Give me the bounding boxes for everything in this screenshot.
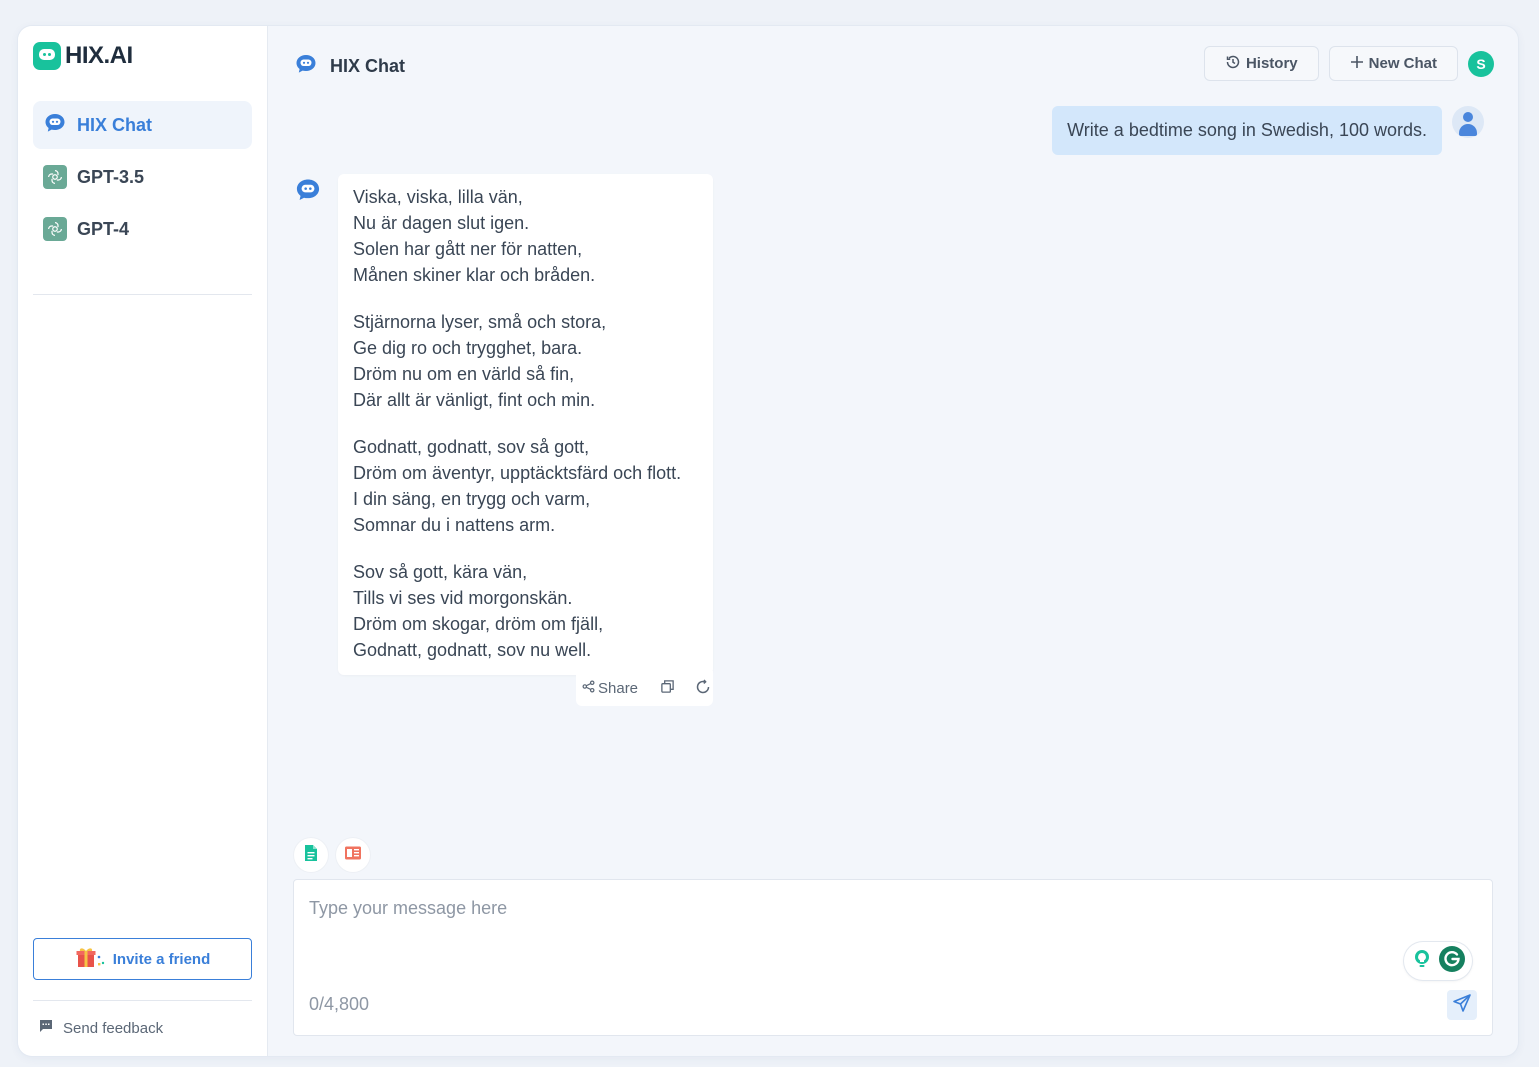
app-window: HIX.AI HIX Chat GPT-3.5 GPT-4 Invite a f… bbox=[18, 26, 1518, 1056]
share-icon bbox=[582, 680, 595, 697]
stanza: Stjärnorna lyser, små och stora, Ge dig … bbox=[353, 309, 698, 413]
gift-icon bbox=[75, 945, 107, 973]
header-actions: History New Chat S bbox=[1203, 46, 1494, 81]
feedback-label: Send feedback bbox=[63, 1019, 164, 1037]
user-avatar-icon bbox=[1452, 106, 1484, 138]
message-actions: Share bbox=[576, 671, 713, 706]
song-line: Sov så gott, kära vän, bbox=[353, 562, 528, 582]
character-counter: 0/4,800 bbox=[309, 994, 370, 1014]
invite-friend-button[interactable]: Invite a friend bbox=[33, 938, 252, 980]
extension-pill bbox=[1404, 942, 1472, 980]
song-line: Dröm om äventyr, upptäcktsfärd och flott… bbox=[353, 463, 682, 483]
feedback-icon bbox=[38, 1018, 54, 1038]
send-button[interactable] bbox=[1447, 990, 1477, 1020]
share-button[interactable]: Share bbox=[582, 680, 638, 697]
history-label: History bbox=[1245, 55, 1298, 72]
message-input[interactable] bbox=[309, 898, 1369, 919]
lightbulb-icon[interactable] bbox=[1411, 948, 1433, 975]
stanza: Godnatt, godnatt, sov så gott, Dröm om ä… bbox=[353, 434, 698, 538]
song-line: Godnatt, godnatt, sov så gott, bbox=[353, 437, 590, 457]
user-message-row: Write a bedtime song in Swedish, 100 wor… bbox=[1052, 106, 1484, 155]
song-line: Tills vi ses vid morgonskän. bbox=[353, 588, 573, 608]
sidebar-item-label: HIX Chat bbox=[77, 114, 153, 135]
sidebar: HIX.AI HIX Chat GPT-3.5 GPT-4 Invite a f… bbox=[18, 26, 268, 1056]
song-line: I din säng, en trygg och varm, bbox=[353, 489, 591, 509]
reader-icon bbox=[344, 845, 362, 866]
composer-tools bbox=[294, 838, 370, 872]
song-line: Godnatt, godnatt, sov nu well. bbox=[353, 640, 592, 660]
song-line: Dröm nu om en värld så fin, bbox=[353, 364, 575, 384]
page-title-text: HIX Chat bbox=[330, 56, 406, 76]
song-line: Där allt är vänligt, fint och min. bbox=[353, 390, 596, 410]
document-tool-button[interactable] bbox=[294, 838, 328, 872]
avatar[interactable]: S bbox=[1468, 50, 1494, 77]
sidebar-item-gpt-4[interactable]: GPT-4 bbox=[33, 205, 252, 253]
logo-text: HIX.AI bbox=[65, 42, 133, 69]
refresh-icon bbox=[695, 679, 711, 699]
new-chat-label: New Chat bbox=[1368, 55, 1437, 72]
page-title: HIX Chat bbox=[294, 52, 405, 81]
new-chat-button[interactable]: New Chat bbox=[1328, 46, 1458, 81]
invite-label: Invite a friend bbox=[112, 950, 211, 968]
chat-bubble-icon bbox=[294, 52, 318, 81]
send-icon bbox=[1452, 993, 1472, 1018]
sidebar-divider bbox=[33, 294, 252, 295]
sidebar-divider bbox=[33, 1000, 252, 1001]
history-icon bbox=[1225, 54, 1241, 74]
song-line: Nu är dagen slut igen. bbox=[353, 213, 530, 233]
sidebar-nav: HIX Chat GPT-3.5 GPT-4 bbox=[33, 101, 252, 257]
sidebar-item-gpt-3-5[interactable]: GPT-3.5 bbox=[33, 153, 252, 201]
logo[interactable]: HIX.AI bbox=[33, 42, 133, 70]
song-line: Stjärnorna lyser, små och stora, bbox=[353, 312, 607, 332]
chat-main: HIX Chat History New Chat S Write a bedt… bbox=[268, 26, 1518, 1056]
stanza: Sov så gott, kära vän, Tills vi ses vid … bbox=[353, 559, 698, 663]
copy-icon bbox=[660, 679, 675, 698]
song-line: Ge dig ro och trygghet, bara. bbox=[353, 338, 583, 358]
song-line: Solen har gått ner för natten, bbox=[353, 239, 583, 259]
copy-button[interactable] bbox=[660, 679, 675, 698]
message-composer: 0/4,800 bbox=[293, 879, 1493, 1036]
song-line: Somnar du i nattens arm. bbox=[353, 515, 556, 535]
reader-tool-button[interactable] bbox=[336, 838, 370, 872]
sidebar-item-label: GPT-3.5 bbox=[77, 166, 145, 187]
openai-icon bbox=[43, 217, 67, 241]
chat-bubble-icon bbox=[43, 111, 67, 140]
send-feedback-link[interactable]: Send feedback bbox=[38, 1018, 163, 1038]
plus-icon bbox=[1350, 55, 1364, 73]
share-label: Share bbox=[598, 680, 639, 697]
bot-avatar-icon bbox=[294, 176, 322, 209]
song-line: Viska, viska, lilla vän, bbox=[353, 187, 523, 207]
openai-icon bbox=[43, 165, 67, 189]
grammarly-icon[interactable] bbox=[1438, 945, 1466, 978]
bot-message: Viska, viska, lilla vän, Nu är dagen slu… bbox=[338, 174, 713, 675]
song-line: Månen skiner klar och bråden. bbox=[353, 265, 596, 285]
document-icon bbox=[303, 844, 319, 867]
song-line: Dröm om skogar, dröm om fjäll, bbox=[353, 614, 604, 634]
regenerate-button[interactable] bbox=[695, 679, 711, 699]
stanza: Viska, viska, lilla vän, Nu är dagen slu… bbox=[353, 184, 698, 288]
history-button[interactable]: History bbox=[1203, 46, 1319, 81]
sidebar-item-label: GPT-4 bbox=[77, 218, 130, 239]
user-message: Write a bedtime song in Swedish, 100 wor… bbox=[1052, 106, 1442, 155]
sidebar-item-hix-chat[interactable]: HIX Chat bbox=[33, 101, 252, 149]
logo-icon bbox=[33, 42, 61, 70]
